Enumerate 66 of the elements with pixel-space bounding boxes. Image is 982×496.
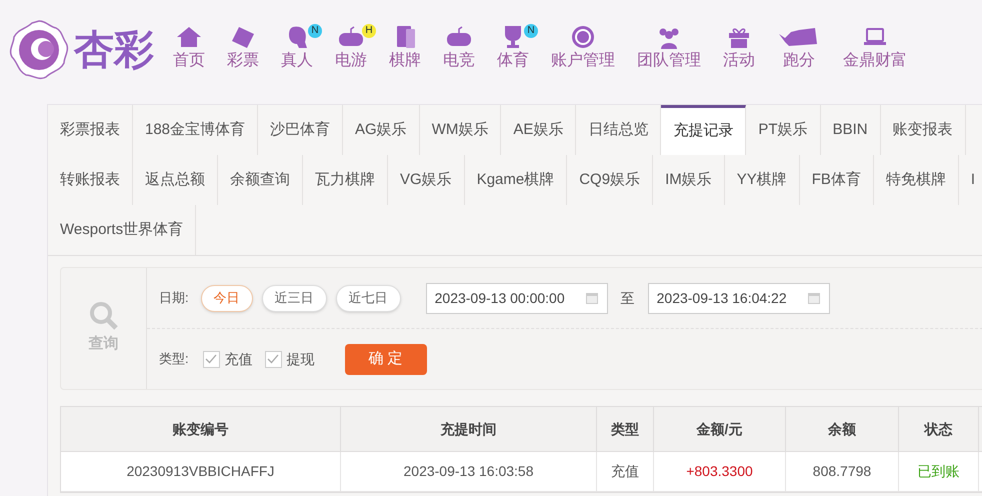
report-tab[interactable]: BBIN xyxy=(820,105,881,155)
nav-item[interactable]: 金鼎财富 xyxy=(832,4,918,96)
report-tab[interactable]: YY棋牌 xyxy=(724,155,800,205)
report-tab[interactable]: 返点总额 xyxy=(133,155,218,205)
column-header: 类型 xyxy=(597,407,654,451)
nav-item[interactable]: 棋牌 xyxy=(378,4,432,96)
column-header: 充提时间 xyxy=(341,407,597,451)
column-header: 状态 xyxy=(899,407,979,451)
report-tab[interactable]: FB体育 xyxy=(800,155,874,205)
nav-item[interactable]: 电竞 xyxy=(432,4,486,96)
date-label: 日期: xyxy=(159,289,189,308)
query-label: 查询 xyxy=(88,334,118,354)
nav-item[interactable]: 账户管理 xyxy=(540,4,626,96)
nav-item[interactable]: 彩票 xyxy=(216,4,270,96)
report-tab[interactable]: 瓦力棋牌 xyxy=(303,155,388,205)
report-tab[interactable]: 充提记录 xyxy=(661,105,746,155)
report-tab[interactable]: 余额查询 xyxy=(218,155,303,205)
table-cell: 已到账 xyxy=(899,452,979,491)
calendar-icon xyxy=(584,291,599,305)
nav-item[interactable]: N 体育 xyxy=(486,4,540,96)
report-tab[interactable]: IM娱乐 xyxy=(653,155,725,205)
nav-item[interactable]: 团队管理 xyxy=(626,4,712,96)
report-tab[interactable]: Kgame棋牌 xyxy=(464,155,568,205)
to-label: 至 xyxy=(620,288,635,308)
check-icon xyxy=(267,354,280,364)
column-header: 金额/元 xyxy=(654,407,786,451)
report-tab[interactable]: WM娱乐 xyxy=(420,105,502,155)
nav-item[interactable]: H 电游 xyxy=(324,4,378,96)
report-tab[interactable]: CQ9娱乐 xyxy=(567,155,654,205)
end-date-field[interactable]: 2023-09-13 16:04:22 xyxy=(648,282,830,314)
report-tab[interactable]: 特免棋牌 xyxy=(874,155,959,205)
report-tab[interactable]: AG娱乐 xyxy=(343,105,420,155)
range-button[interactable]: 近三日 xyxy=(262,284,327,312)
table-cell: 20230913VBBICHAFFJ xyxy=(61,452,341,491)
column-header: 账变编号 xyxy=(61,407,341,451)
report-tab[interactable]: 彩票报表 xyxy=(48,105,133,155)
search-icon xyxy=(88,301,118,332)
type-checkbox[interactable]: 提现 xyxy=(264,348,315,370)
range-button[interactable]: 近七日 xyxy=(336,284,401,312)
logo-text: 杏彩 xyxy=(74,30,154,70)
calendar-icon xyxy=(806,291,821,305)
report-tab[interactable]: I xyxy=(958,155,982,205)
start-date-field[interactable]: 2023-09-13 00:00:00 xyxy=(426,282,608,314)
report-tab[interactable]: AE娱乐 xyxy=(501,105,576,155)
nav-badge: N xyxy=(524,24,538,38)
table-cell: 充值 xyxy=(597,452,654,491)
nav-item[interactable]: 跑分 xyxy=(766,4,832,96)
logo-icon xyxy=(8,19,70,81)
nav-item[interactable]: N 真人 xyxy=(270,4,324,96)
check-icon xyxy=(205,354,218,364)
table-cell: 808.7798 xyxy=(786,452,899,491)
table-cell: 2023-09-13 16:03:58 xyxy=(341,452,597,491)
nav-badge: H xyxy=(362,24,376,38)
report-tab[interactable]: 转账报表 xyxy=(48,155,133,205)
nav-item[interactable]: 首页 xyxy=(162,4,216,96)
report-tab[interactable]: 沙巴体育 xyxy=(258,105,344,155)
report-tab[interactable]: 账变报表 xyxy=(880,105,966,155)
report-tab[interactable]: 188金宝博体育 xyxy=(133,105,258,155)
column-header: 余额 xyxy=(786,407,899,451)
nav-badge: N xyxy=(308,24,322,38)
nav-item[interactable]: 活动 xyxy=(712,4,766,96)
type-checkbox[interactable]: 充值 xyxy=(202,348,253,370)
report-tab[interactable]: PT娱乐 xyxy=(746,105,821,155)
table-cell: +803.3300 xyxy=(654,452,786,491)
type-label: 类型: xyxy=(159,350,189,368)
report-tab[interactable]: VG娱乐 xyxy=(388,155,465,205)
